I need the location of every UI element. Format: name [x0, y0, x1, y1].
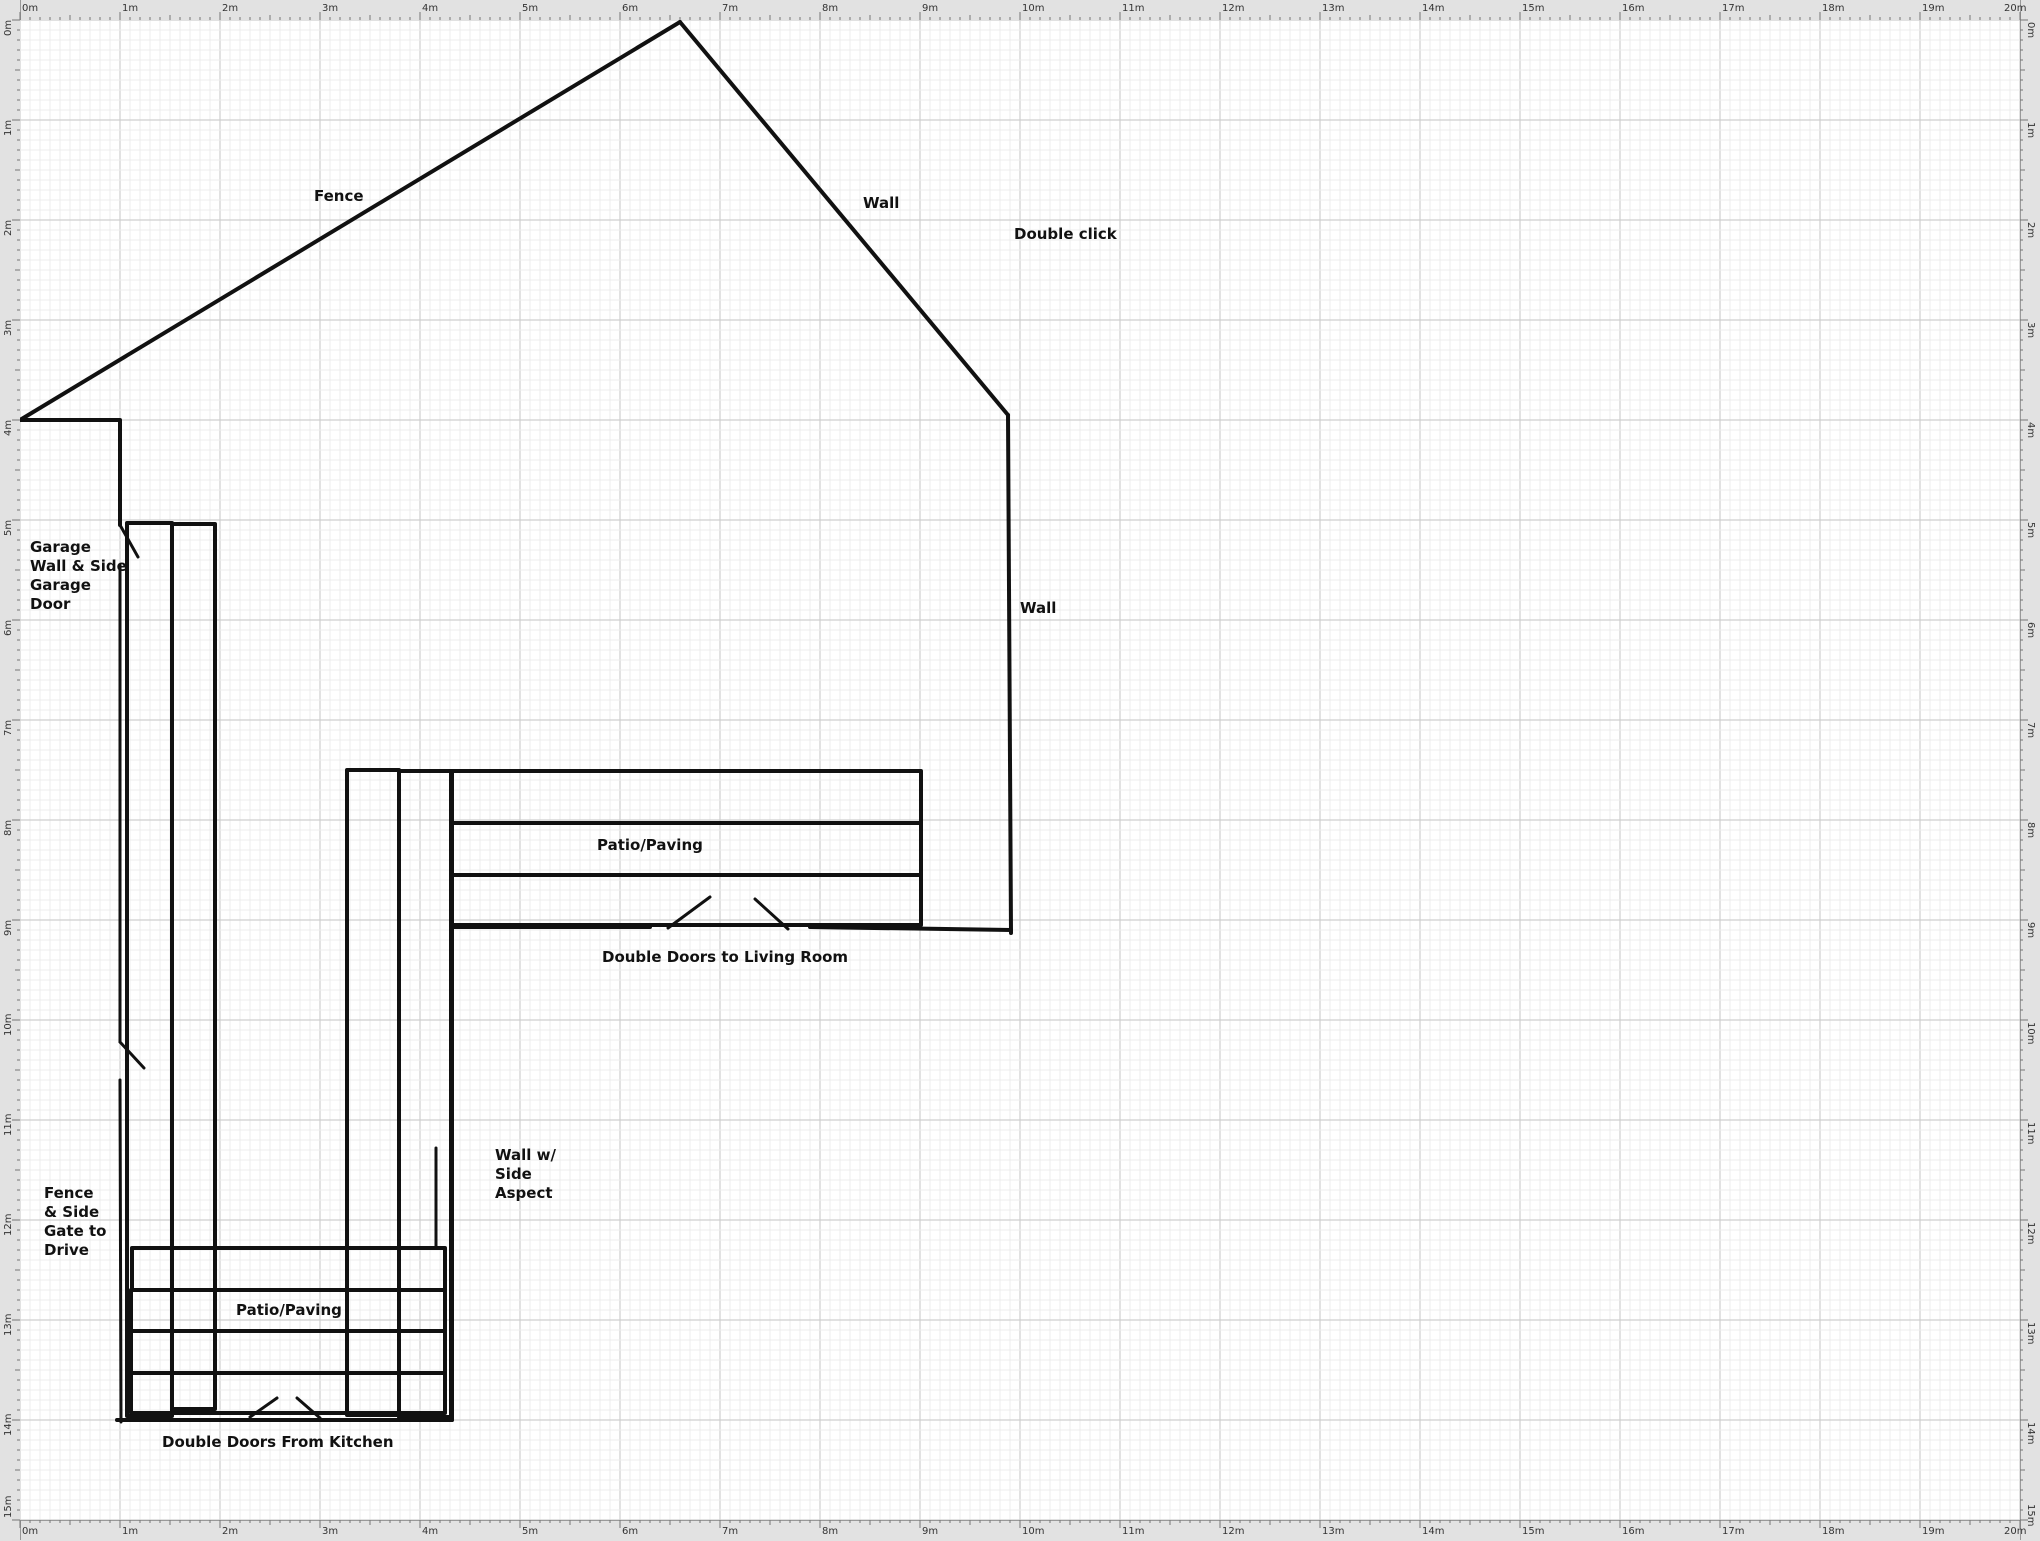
ruler-left [0, 0, 21, 1540]
label-patio-upper: Patio/Paving [597, 836, 703, 854]
grid [20, 20, 2020, 1520]
label-double-click: Double click [1014, 225, 1118, 243]
ruler-top [0, 0, 2040, 21]
label-doors-living: Double Doors to Living Room [602, 948, 848, 966]
side-gate-fence[interactable] [118, 1078, 123, 1424]
drawing-canvas[interactable]: Fence Wall Double click Wall Garage Wall… [20, 20, 2020, 1520]
label-wall-top: Wall [863, 194, 899, 212]
label-doors-kitchen: Double Doors From Kitchen [162, 1433, 394, 1451]
ruler-bottom [0, 1520, 2040, 1541]
label-wall-right: Wall [1020, 599, 1056, 617]
label-patio-lower: Patio/Paving [236, 1301, 342, 1319]
label-fence: Fence [314, 187, 364, 205]
ruler-right [2020, 0, 2040, 1540]
